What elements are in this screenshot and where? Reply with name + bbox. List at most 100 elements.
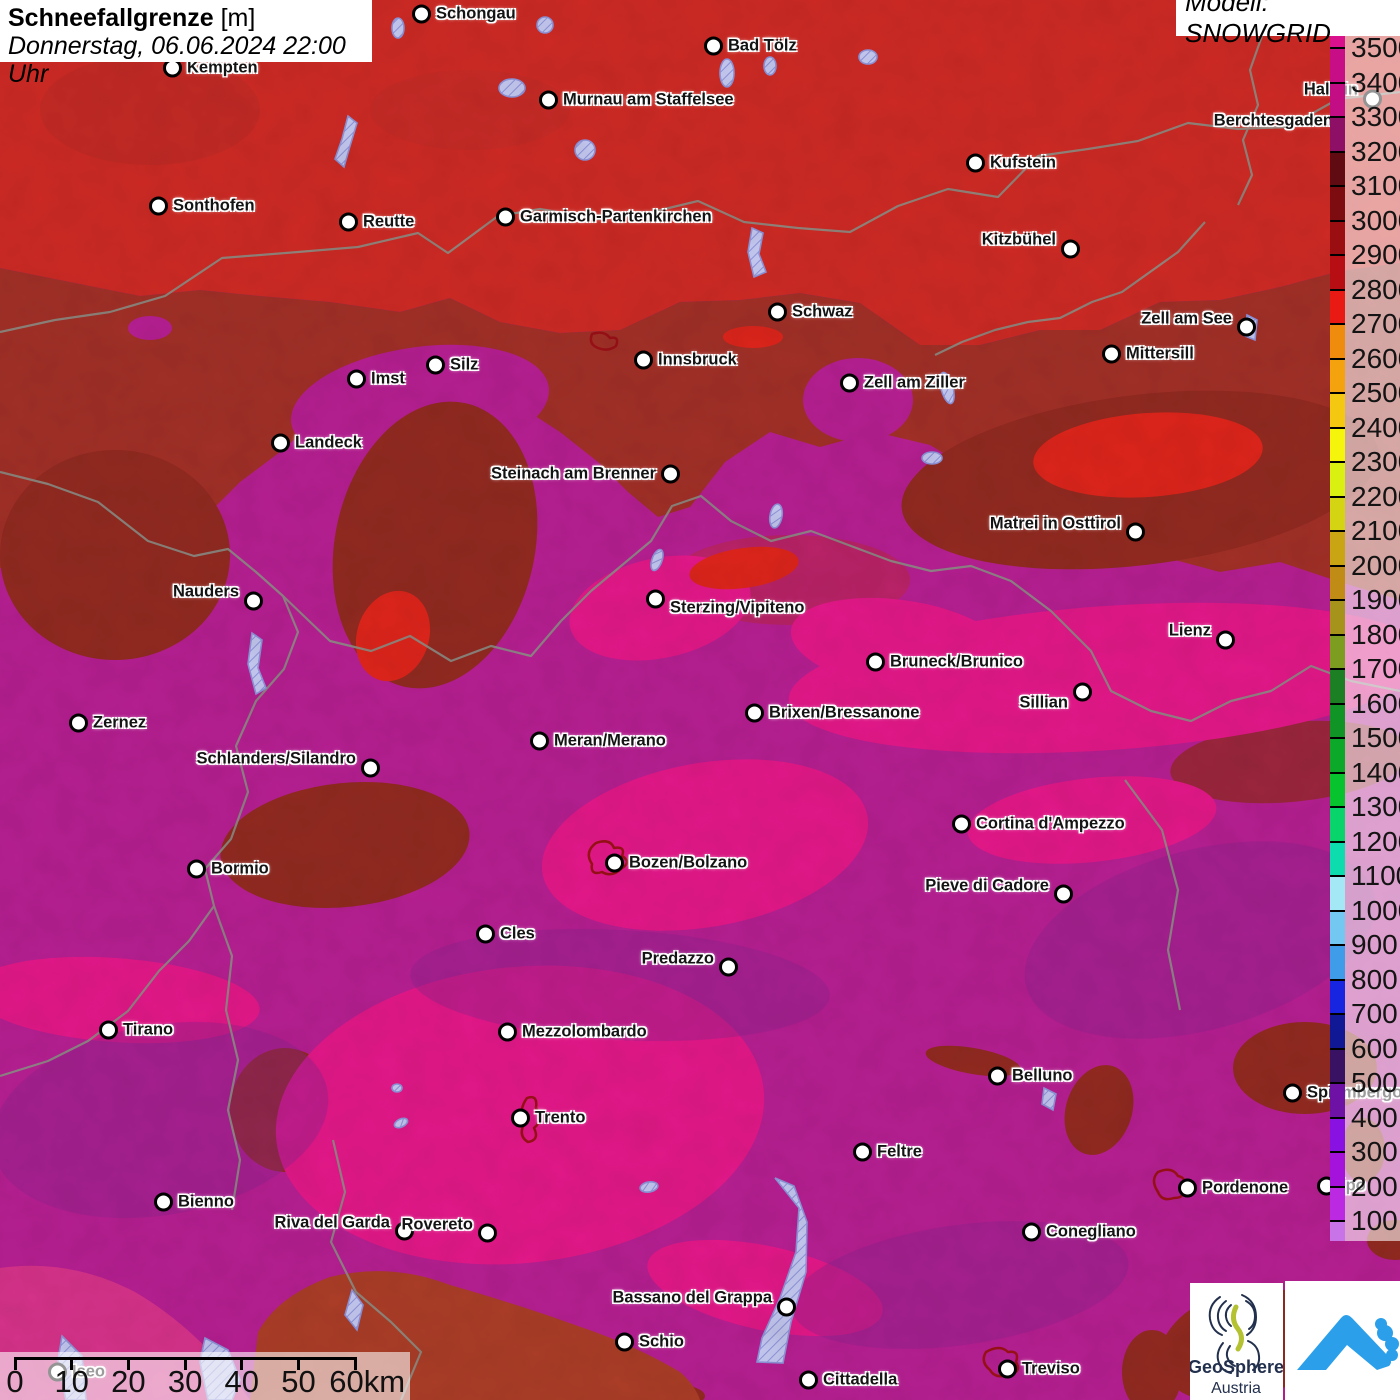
town-label: Trento: [535, 1108, 586, 1127]
town-marker: Mittersill: [1102, 344, 1194, 364]
title-box: Schneefallgrenze [m] Donnerstag, 06.06.2…: [0, 0, 372, 88]
town-label: Bruneck/Brunico: [890, 652, 1023, 671]
legend-band: [1330, 738, 1345, 773]
town-marker: Treviso: [998, 1359, 1080, 1379]
legend-band: [1330, 910, 1345, 945]
legend-tick: [1330, 806, 1345, 808]
legend-tick-label: 3000: [1351, 204, 1400, 236]
legend-tick-label: 2700: [1351, 308, 1400, 339]
town-dot: [988, 1066, 1007, 1086]
legend-tick: [1330, 668, 1345, 670]
legend-tick-label: 2800: [1351, 273, 1400, 305]
town-label: Bienno: [178, 1192, 234, 1211]
legend-tick-label: 3200: [1351, 135, 1400, 167]
legend-band: [1330, 496, 1345, 531]
legend-tick-label: 1700: [1351, 653, 1400, 684]
town-dot: [154, 1192, 173, 1212]
legend-tick-label: 2100: [1351, 515, 1400, 546]
legend-band: [1330, 289, 1345, 324]
legend-band: [1330, 393, 1345, 428]
town-dot: [244, 591, 263, 611]
town-marker: Matrei in Osttirol: [990, 515, 1145, 542]
town-marker: Kufstein: [966, 153, 1056, 173]
town-marker: Mezzolombardo: [498, 1022, 647, 1042]
town-label: Sterzing/Vipiteno: [670, 598, 805, 617]
legend-band: [1330, 669, 1345, 704]
town-marker: Bassano del Grappa: [612, 1289, 796, 1317]
town-label: Berchtesgaden: [1213, 111, 1333, 130]
town-dot: [646, 589, 665, 609]
town-label: Cles: [500, 924, 535, 943]
legend-tick: [1330, 737, 1345, 739]
town-marker: Belluno: [988, 1066, 1073, 1086]
town-marker: Feltre: [853, 1142, 922, 1162]
town-dot: [339, 212, 358, 232]
legend-band: [1330, 427, 1345, 462]
legend-tick-label: 1400: [1351, 756, 1400, 788]
legend-band: [1330, 531, 1345, 566]
town-label: Cittadella: [823, 1370, 898, 1389]
town-dot: [1061, 239, 1080, 259]
town-label: Zell am Ziller: [864, 373, 965, 392]
legend-band: [1330, 979, 1345, 1014]
legend-tick-label: 100: [1351, 1205, 1398, 1236]
town-marker: Meran/Merano: [530, 731, 666, 751]
town-label: Schongau: [436, 4, 516, 23]
legend-band: [1330, 186, 1345, 221]
legend-tick-label: 1100: [1351, 860, 1400, 891]
model-label: Modell: SNOWGRID: [1176, 0, 1400, 48]
town-marker: Zell am See: [1141, 310, 1256, 337]
town-dot: [69, 713, 88, 733]
legend-tick: [1330, 564, 1345, 567]
legend-tick-label: 1000: [1351, 894, 1400, 926]
legend-tick-label: 1300: [1351, 791, 1400, 822]
town-dot: [496, 207, 515, 227]
town-label: Silz: [450, 355, 479, 374]
town-label: Tirano: [123, 1020, 174, 1039]
town-dot: [768, 302, 787, 322]
legend-tick-label: 1200: [1351, 825, 1400, 857]
legend-tick: [1330, 254, 1345, 256]
scalebar-label: 40: [224, 1364, 260, 1399]
town-dot: [853, 1142, 872, 1162]
title-text: Schneefallgrenze: [8, 4, 214, 32]
town-label: Schio: [639, 1332, 684, 1351]
town-marker: Imst: [347, 369, 405, 389]
scalebar-label: 0: [6, 1364, 24, 1399]
town-label: Sonthofen: [173, 196, 255, 215]
legend-band: [1330, 945, 1345, 980]
town-marker: Tirano: [99, 1020, 174, 1040]
town-dot: [149, 196, 168, 216]
legend-tick-label: 1900: [1351, 584, 1400, 615]
legend-tick: [1330, 909, 1345, 912]
town-dot: [347, 369, 366, 389]
geosphere-accent: [1230, 1304, 1244, 1352]
town-dot: [476, 924, 495, 944]
town-dot: [426, 355, 445, 375]
legend-tick: [1330, 219, 1345, 222]
legend-band: [1330, 565, 1345, 600]
legend-tick-label: 500: [1351, 1067, 1398, 1098]
legend-tick: [1330, 495, 1345, 498]
town-dot: [412, 4, 431, 24]
legend-tick: [1330, 1220, 1345, 1222]
town-marker: Murnau am Staffelsee: [539, 90, 734, 110]
town-label: Kufstein: [990, 153, 1056, 172]
legend-tick: [1330, 944, 1345, 946]
legend-band: [1330, 1117, 1345, 1152]
legend-band: [1330, 841, 1345, 876]
legend-tick: [1330, 633, 1345, 636]
legend-tick-label: 200: [1351, 1170, 1398, 1202]
legend-tick: [1330, 357, 1345, 360]
town-dot: [745, 703, 764, 723]
legend-tick-label: 800: [1351, 963, 1398, 995]
legend-band: [1330, 807, 1345, 842]
legend-tick: [1330, 116, 1345, 118]
legend-tick: [1330, 771, 1345, 774]
legend-tick: [1330, 1116, 1345, 1119]
town-marker: Sterzing/Vipiteno: [646, 589, 804, 617]
legend-band: [1330, 1186, 1345, 1221]
town-dot: [1102, 344, 1121, 364]
legend-tick-label: 3300: [1351, 101, 1400, 132]
town-label: Reutte: [363, 212, 415, 231]
